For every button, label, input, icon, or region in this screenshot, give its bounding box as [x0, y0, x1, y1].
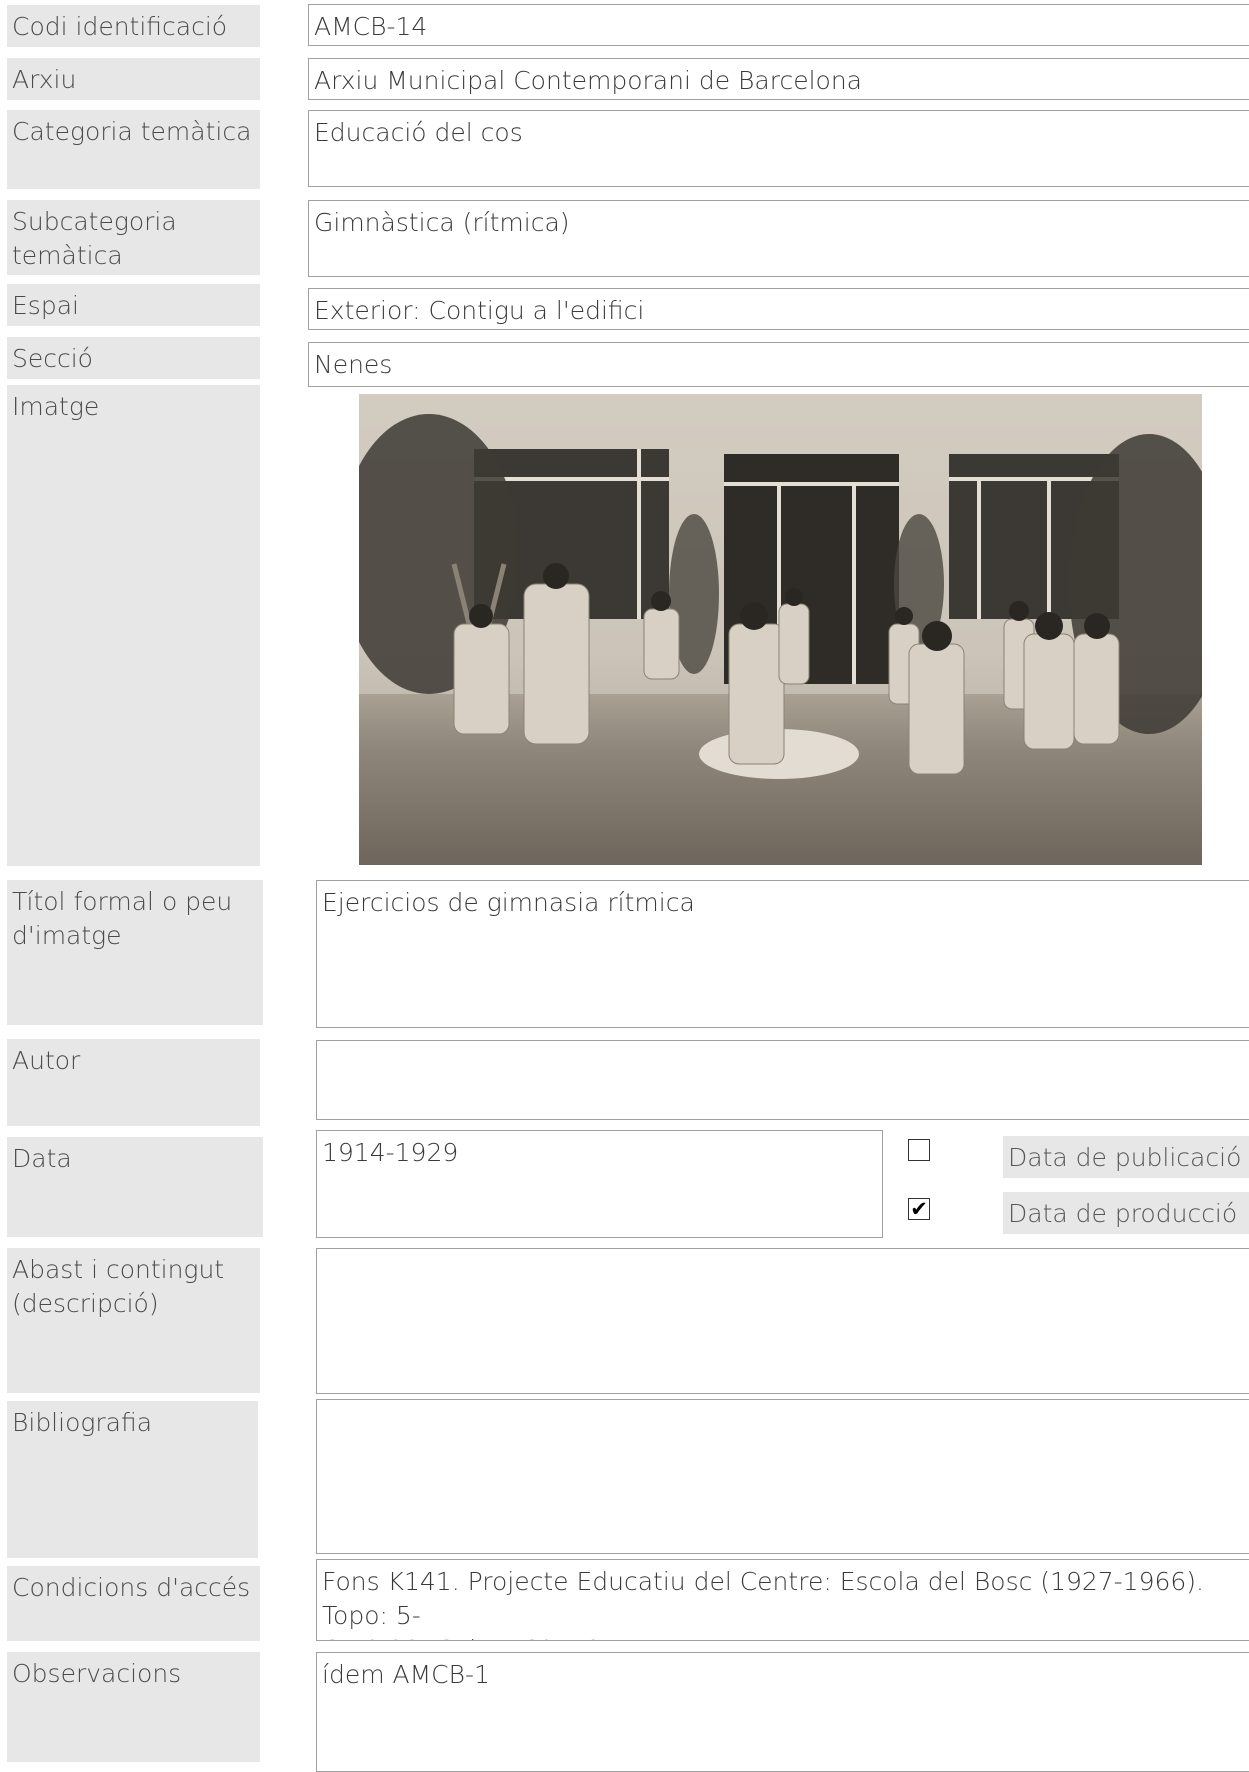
label-code: Codi identificació — [7, 5, 260, 47]
date-field[interactable]: 1914-1929 — [316, 1130, 883, 1238]
author-field[interactable] — [316, 1040, 1249, 1120]
label-scope: Abast i contingut (descripció) — [7, 1248, 260, 1393]
label-title: Títol formal o peu d'imatge — [7, 880, 263, 1025]
label-bibliography: Bibliografia — [7, 1401, 258, 1558]
label-category: Categoria temàtica — [7, 110, 260, 189]
access-field[interactable]: Fons K141. Projecte Educatiu del Centre:… — [316, 1559, 1249, 1641]
archive-field[interactable]: Arxiu Municipal Contemporani de Barcelon… — [308, 58, 1249, 100]
label-image: Imatge — [7, 385, 260, 866]
label-subcategory: Subcategoria temàtica — [7, 200, 260, 275]
publication-date-label: Data de publicació — [1003, 1136, 1249, 1178]
category-field[interactable]: Educació del cos — [308, 110, 1249, 187]
production-date-label: Data de producció — [1003, 1192, 1249, 1234]
label-author: Autor — [7, 1039, 260, 1126]
label-date: Data — [7, 1137, 263, 1237]
production-date-checkbox[interactable]: ✔ — [908, 1198, 930, 1220]
scope-field[interactable] — [316, 1248, 1249, 1394]
space-field[interactable]: Exterior: Contigu a l'edifici — [308, 288, 1249, 330]
label-archive: Arxiu — [7, 58, 260, 100]
subcategory-field[interactable]: Gimnàstica (rítmica) — [308, 200, 1249, 277]
code-field[interactable]: AMCB-14 — [308, 4, 1249, 46]
bibliography-field[interactable] — [316, 1399, 1249, 1554]
section-field[interactable]: Nenes — [308, 342, 1249, 387]
observations-field[interactable]: ídem AMCB-1 — [316, 1652, 1249, 1772]
title-field[interactable]: Ejercicios de gimnasia rítmica — [316, 880, 1249, 1028]
label-access: Condicions d'accés — [7, 1566, 260, 1641]
publication-date-checkbox[interactable] — [908, 1139, 930, 1161]
label-section: Secció — [7, 337, 260, 379]
school-photo — [359, 394, 1202, 865]
label-space: Espai — [7, 284, 260, 326]
label-observations: Observacions — [7, 1652, 260, 1762]
